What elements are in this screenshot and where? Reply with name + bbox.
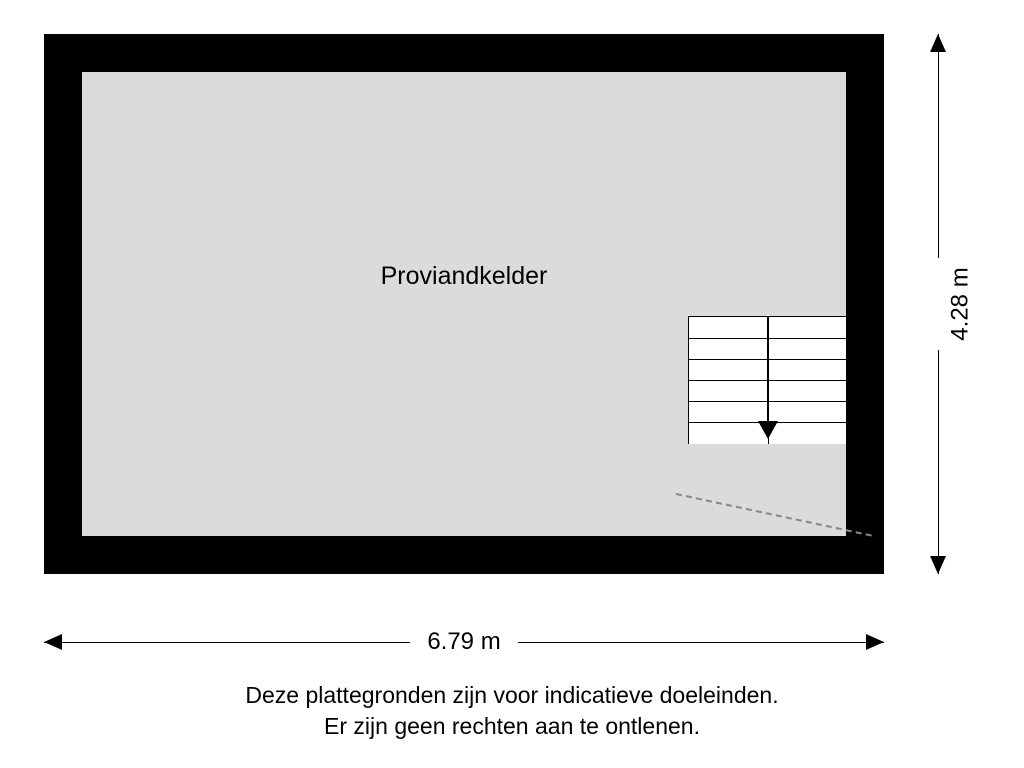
dimension-line <box>938 350 939 574</box>
room-proviandkelder: Proviandkelder <box>82 72 846 536</box>
dimension-line <box>938 34 939 258</box>
floor-plan: Proviandkelder <box>44 34 884 574</box>
dimension-line <box>518 642 884 643</box>
arrow-down-icon <box>930 556 946 574</box>
stairs-cut-line <box>676 493 872 537</box>
dimension-bottom: 6.79 m <box>44 630 884 670</box>
stairs-arrow-line <box>767 317 769 429</box>
stairs <box>688 316 846 444</box>
disclaimer-line: Er zijn geen rechten aan te ontlenen. <box>0 711 1024 742</box>
disclaimer-line: Deze plattegronden zijn voor indicatieve… <box>0 680 1024 711</box>
stairs-arrow-head-icon <box>758 421 778 439</box>
arrow-right-icon <box>866 634 884 650</box>
dimension-right: 4.28 m <box>920 34 960 574</box>
room-label: Proviandkelder <box>82 262 846 291</box>
disclaimer: Deze plattegronden zijn voor indicatieve… <box>0 680 1024 742</box>
dimension-height-label: 4.28 m <box>947 267 975 340</box>
